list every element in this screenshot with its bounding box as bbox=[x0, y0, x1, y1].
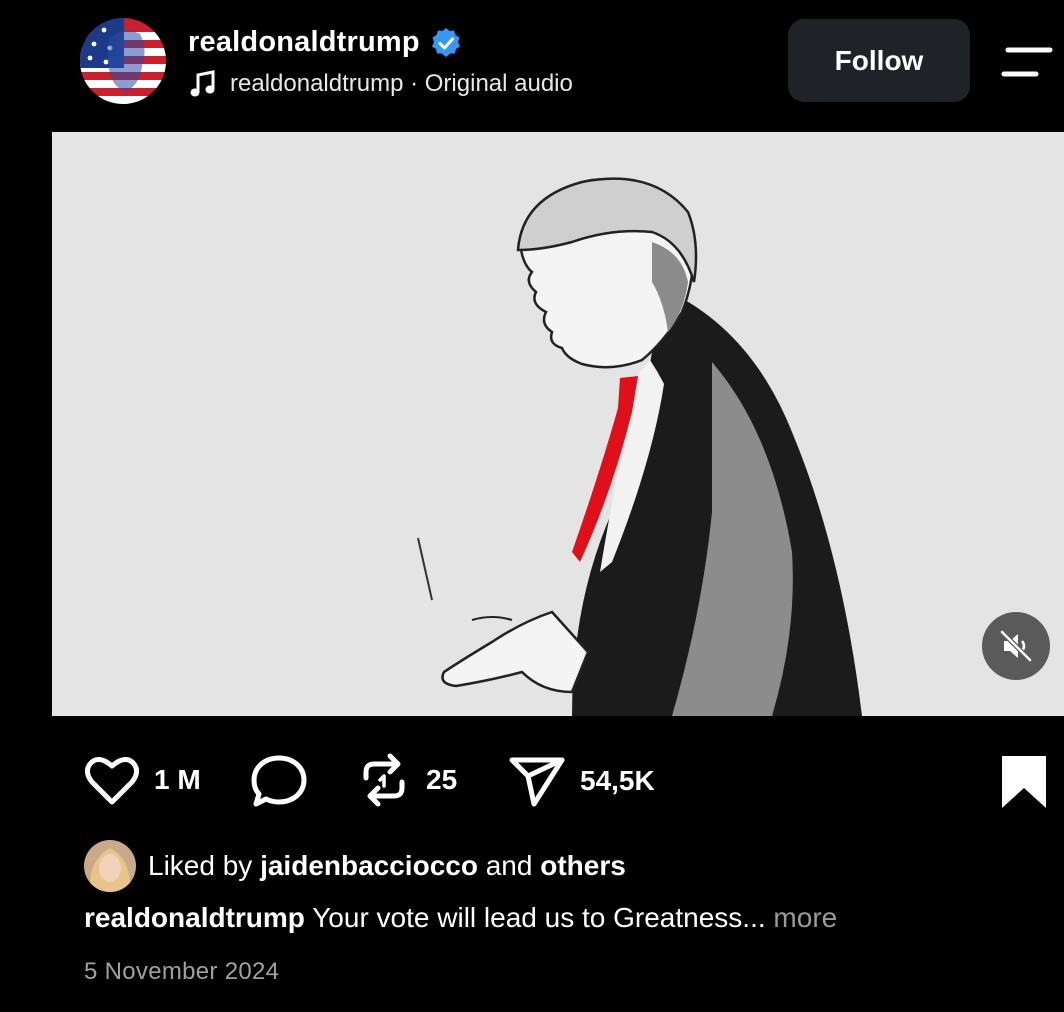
comment-action[interactable] bbox=[248, 752, 310, 810]
caption-username[interactable]: realdonaldtrump bbox=[84, 902, 305, 933]
video-frame-illustration bbox=[52, 132, 1064, 716]
profile-avatar[interactable] bbox=[80, 18, 166, 104]
caption-text: Your vote will lead us to Greatness... bbox=[312, 902, 766, 933]
verified-badge-icon bbox=[431, 27, 460, 57]
caption-more-link[interactable]: more bbox=[773, 902, 837, 933]
liked-by-others[interactable]: others bbox=[540, 850, 626, 881]
heart-icon[interactable] bbox=[84, 754, 140, 806]
like-action[interactable]: 1 M bbox=[84, 754, 201, 806]
repost-count[interactable]: 25 bbox=[426, 764, 457, 796]
mute-toggle[interactable] bbox=[982, 612, 1050, 680]
action-bar: 1 M 25 54,5K bbox=[0, 746, 1064, 816]
muted-speaker-icon bbox=[1000, 630, 1032, 662]
menu-icon[interactable] bbox=[1000, 44, 1056, 84]
username[interactable]: realdonaldtrump bbox=[188, 26, 420, 59]
video-player[interactable] bbox=[52, 132, 1064, 716]
post-caption: realdonaldtrump Your vote will lead us t… bbox=[84, 902, 837, 934]
liked-by-prefix: Liked by bbox=[148, 850, 253, 881]
repost-action[interactable]: 25 bbox=[356, 752, 457, 808]
send-icon[interactable] bbox=[508, 754, 566, 808]
liker-avatar[interactable] bbox=[84, 840, 136, 892]
liker-username[interactable]: jaidenbacciocco bbox=[260, 850, 478, 881]
follow-button[interactable]: Follow bbox=[788, 19, 970, 102]
audio-label[interactable]: realdonaldtrump · Original audio bbox=[230, 70, 573, 98]
music-note-icon bbox=[190, 70, 215, 97]
liked-by-and: and bbox=[485, 850, 533, 881]
share-count[interactable]: 54,5K bbox=[580, 765, 655, 797]
post-date: 5 November 2024 bbox=[84, 958, 280, 985]
share-action[interactable]: 54,5K bbox=[508, 754, 655, 808]
repost-icon[interactable] bbox=[356, 752, 412, 808]
bookmark-icon[interactable] bbox=[1000, 754, 1048, 810]
post-header: realdonaldtrump realdonaldtrump · Origin… bbox=[0, 0, 1064, 132]
comment-icon[interactable] bbox=[248, 752, 310, 810]
liked-by-row: Liked by jaidenbacciocco and others bbox=[84, 840, 626, 892]
like-count[interactable]: 1 M bbox=[154, 764, 201, 796]
